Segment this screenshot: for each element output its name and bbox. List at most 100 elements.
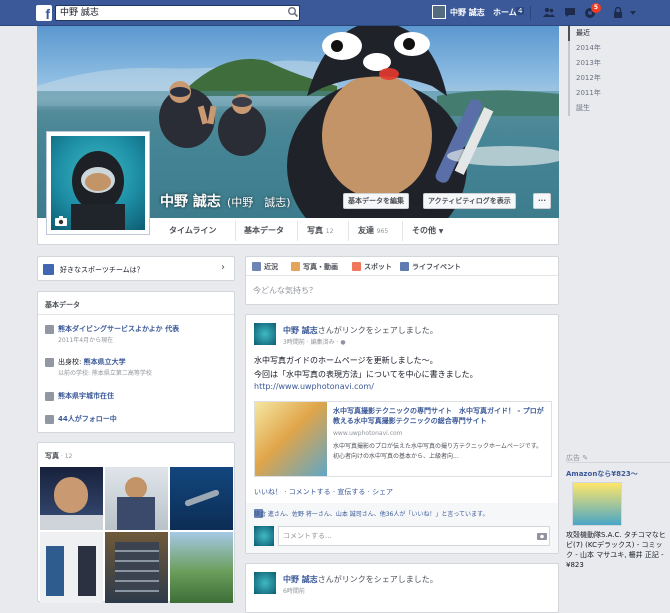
thumbs-up-icon (43, 264, 54, 275)
composer-tab-life-event[interactable]: ライフイベント (412, 262, 461, 272)
place-icon (352, 262, 361, 271)
previous-school: 以前の学校: 熊本県立第二高等学校 (58, 370, 152, 377)
photo-thumbnail[interactable] (170, 532, 233, 603)
topbar-avatar[interactable] (432, 5, 446, 19)
photo-thumbnail[interactable] (40, 532, 103, 603)
tab-more[interactable]: その他 ▼ (412, 225, 443, 236)
profile-name-alt: (中野 誠志) (227, 196, 291, 209)
chevron-down-icon: ▼ (438, 228, 444, 235)
search-input[interactable]: 中野 誠志 (55, 5, 300, 21)
work-period: 2011年4月から現在 (58, 337, 114, 344)
comment-button[interactable]: コメントする (289, 488, 331, 496)
ad-book-description[interactable]: 攻殻機動隊S.A.C. タチコマなヒビ(7) (KCデラックス) - コミック … (566, 530, 666, 570)
tab-friends[interactable]: 友達 965 (358, 225, 388, 236)
post-time[interactable]: 3時間前 (283, 339, 305, 346)
rss-icon (45, 415, 54, 424)
camera-icon[interactable] (55, 216, 67, 226)
post-text-2: 今回は「水中写真の表現方法」についてを中心に書きました。 (254, 370, 478, 379)
followers-link[interactable]: 44人がフォロー中 (58, 414, 117, 424)
photo-thumbnail[interactable] (105, 467, 168, 530)
post-avatar[interactable] (254, 323, 276, 345)
composer-tab-place[interactable]: スポット (364, 262, 392, 272)
tab-photos[interactable]: 写真 12 (307, 225, 333, 236)
post-author[interactable]: 中野 誠志 (283, 575, 318, 584)
divider (246, 275, 558, 276)
home-icon (45, 392, 54, 401)
photo-thumbnail[interactable] (105, 532, 168, 603)
topbar-divider (530, 6, 531, 20)
photos-count: 12 (64, 453, 73, 460)
tab-about[interactable]: 基本データ (244, 225, 284, 236)
ad-title[interactable]: Amazonなら¥823〜 (566, 469, 638, 479)
sports-prompt-card[interactable]: 好きなスポーツチームは？ › (37, 256, 235, 281)
post-action: さんがリンクをシェアしました。 (317, 326, 438, 335)
likes-summary[interactable]: 鎌倉 進さん、佐野 将一さん、山本 誠司さん、他36人が「いいね！」と言っていま… (254, 509, 554, 518)
edit-profile-button[interactable]: 基本データを編集 (343, 193, 409, 209)
account-settings-icon[interactable] (627, 7, 639, 18)
messages-icon[interactable] (564, 7, 576, 18)
tab-timeline[interactable]: タイムライン (169, 225, 216, 236)
tab-divider (402, 221, 403, 241)
education-prefix: 出身校: (58, 358, 84, 366)
link-preview-image (255, 402, 327, 476)
hometown-link[interactable]: 熊本県宇城市在住 (58, 391, 114, 401)
home-link[interactable]: ホーム (493, 7, 517, 18)
notification-badge: 5 (591, 3, 601, 13)
post-action: さんがリンクをシェアしました。 (317, 575, 438, 584)
camera-icon[interactable] (537, 531, 547, 540)
ads-title-label: 広告 (566, 454, 580, 462)
about-card: 基本データ 熊本ダイビングサービスよかよか 代表 2011年4月から現在 出身校… (37, 291, 235, 433)
year-born[interactable]: 誕生 (568, 101, 608, 116)
like-button[interactable]: いいね！ (254, 488, 282, 496)
composer-tab-photo[interactable]: 写真・動画 (303, 262, 338, 272)
graduation-icon (45, 358, 54, 367)
year-2011[interactable]: 2011年 (568, 86, 608, 101)
post-edited[interactable]: 編集済み (311, 339, 335, 346)
ads-edit-icon[interactable]: ✎ (582, 454, 588, 462)
photo-thumbnail[interactable] (40, 467, 103, 530)
post-url[interactable]: http://www.uwphotonavi.com/ (254, 382, 374, 391)
about-title[interactable]: 基本データ (45, 300, 80, 310)
year-2013[interactable]: 2013年 (568, 56, 608, 71)
more-options-button[interactable]: ··· (533, 193, 551, 209)
post-card: 中野 誠志さんがリンクをシェアしました。 3時間前 · 編集済み · ● 水中写… (245, 314, 559, 554)
education-line: 出身校: 熊本県立大学 (58, 357, 126, 367)
year-2012[interactable]: 2012年 (568, 71, 608, 86)
topbar-user-name[interactable]: 中野 誠志 (450, 7, 485, 18)
year-recent[interactable]: 最近 (568, 26, 608, 41)
post-avatar[interactable] (254, 572, 276, 594)
profile-name[interactable]: 中野 誠志 (160, 191, 221, 211)
composer-tab-status[interactable]: 近況 (264, 262, 278, 272)
profile-picture[interactable] (46, 131, 150, 235)
post-time[interactable]: 6時間前 (283, 586, 305, 595)
chevron-right-icon: › (221, 262, 225, 273)
privacy-lock-icon[interactable] (612, 7, 624, 18)
tab-photos-label: 写真 (307, 226, 323, 235)
facebook-logo[interactable]: f (36, 5, 52, 21)
year-2014[interactable]: 2014年 (568, 41, 608, 56)
ad-book-image[interactable] (572, 482, 622, 526)
tab-photos-count: 12 (325, 228, 334, 235)
search-value: 中野 誠志 (60, 8, 99, 18)
activity-log-button[interactable]: アクティビティログを表示 (423, 193, 516, 209)
promote-button[interactable]: 宣伝する (337, 488, 365, 496)
work-link[interactable]: 熊本ダイビングサービスよかよか 代表 (58, 324, 179, 334)
home-count: 4 (516, 7, 525, 15)
status-input[interactable]: 今どんな気持ち？ (253, 285, 553, 296)
link-preview[interactable]: 水中写真撮影テクニックの専門サイト 水中写真ガイド！ - プロが教える水中写真撮… (254, 401, 552, 477)
photos-header[interactable]: 写真 · 12 (45, 451, 72, 461)
comment-input[interactable]: コメントする... (278, 526, 550, 546)
briefcase-icon (45, 325, 54, 334)
tab-more-label: その他 (412, 226, 436, 235)
search-icon[interactable] (287, 6, 299, 18)
tab-divider (235, 221, 236, 241)
photo-icon (291, 262, 300, 271)
composer-card: 近況 写真・動画 スポット ライフイベント 今どんな気持ち？ (245, 256, 559, 305)
education-link[interactable]: 熊本県立大学 (84, 358, 126, 366)
divider (38, 314, 234, 315)
post-author[interactable]: 中野 誠志 (283, 326, 318, 335)
photos-title: 写真 (45, 452, 59, 460)
friend-requests-icon[interactable] (543, 7, 555, 18)
share-button[interactable]: シェア (372, 488, 393, 496)
photo-thumbnail[interactable] (170, 467, 233, 530)
